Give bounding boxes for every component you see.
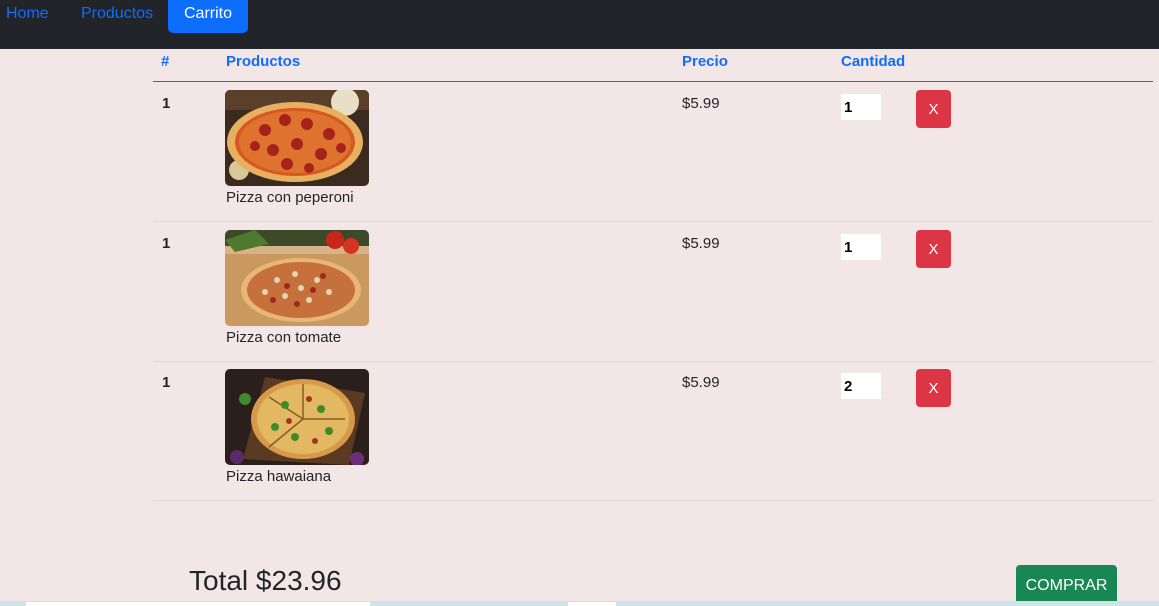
product-image-pizza-hawaiana xyxy=(225,369,369,465)
product-name: Pizza con tomate xyxy=(226,329,342,346)
product-price: $5.99 xyxy=(682,95,720,112)
header-precio: Precio xyxy=(682,53,728,70)
quantity-input[interactable] xyxy=(841,94,881,120)
nav-link-carrito[interactable]: Carrito xyxy=(168,0,248,33)
product-name: Pizza hawaiana xyxy=(226,468,332,485)
remove-item-button[interactable]: X xyxy=(916,369,951,407)
row-index: 1 xyxy=(162,95,171,112)
product-price: $5.99 xyxy=(682,235,720,252)
product-price: $5.99 xyxy=(682,374,720,391)
header-num: # xyxy=(161,53,170,70)
quantity-input[interactable] xyxy=(841,234,881,260)
table-row: 1 Pizza con tomate $5.99 X xyxy=(153,222,1153,362)
row-index: 1 xyxy=(162,235,171,252)
header-cantidad: Cantidad xyxy=(841,53,906,70)
quantity-input[interactable] xyxy=(841,373,881,399)
bottom-strip-segment xyxy=(26,602,370,606)
remove-item-button[interactable]: X xyxy=(916,90,951,128)
remove-item-button[interactable]: X xyxy=(916,230,951,268)
table-row: 1 Pizza con peperoni $5.99 X xyxy=(153,82,1153,222)
cart-total: Total $23.96 xyxy=(189,565,342,596)
cart-table-header: # Productos Precio Cantidad xyxy=(153,49,1153,82)
nav-link-home[interactable]: Home xyxy=(6,0,49,33)
header-productos: Productos xyxy=(226,53,301,70)
buy-button[interactable]: COMPRAR xyxy=(1016,565,1117,606)
table-row: 1 Pizza hawaiana $5.99 X xyxy=(153,361,1153,501)
bottom-strip-segment xyxy=(568,602,616,606)
product-image-pizza-tomate xyxy=(225,230,369,326)
product-image-pizza-peperoni xyxy=(225,90,369,186)
navbar: Home Productos Carrito xyxy=(0,0,1159,49)
product-name: Pizza con peperoni xyxy=(226,189,354,206)
nav-link-productos[interactable]: Productos xyxy=(81,0,153,33)
row-index: 1 xyxy=(162,374,171,391)
